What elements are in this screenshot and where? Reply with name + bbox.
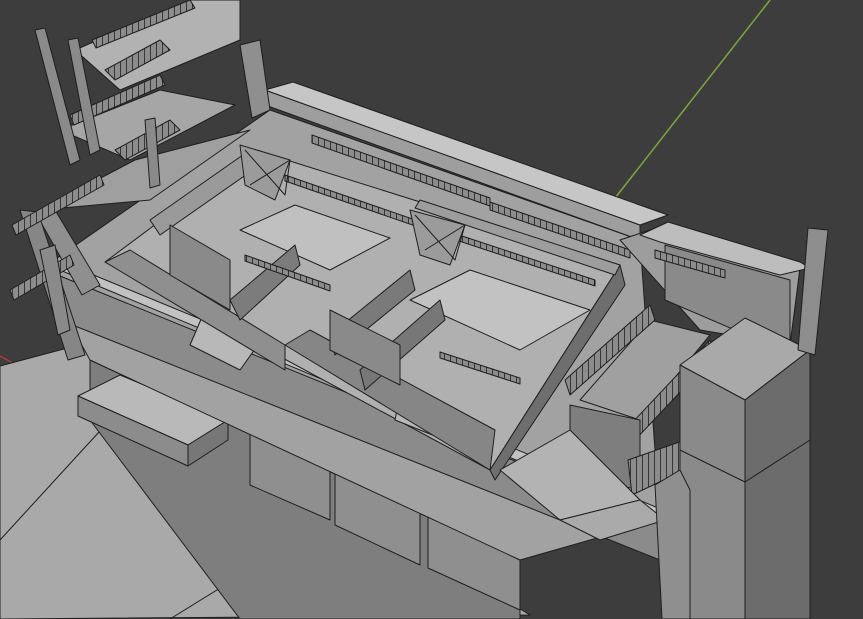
3d-viewport[interactable]	[0, 0, 863, 619]
viewport-canvas[interactable]	[0, 0, 863, 619]
